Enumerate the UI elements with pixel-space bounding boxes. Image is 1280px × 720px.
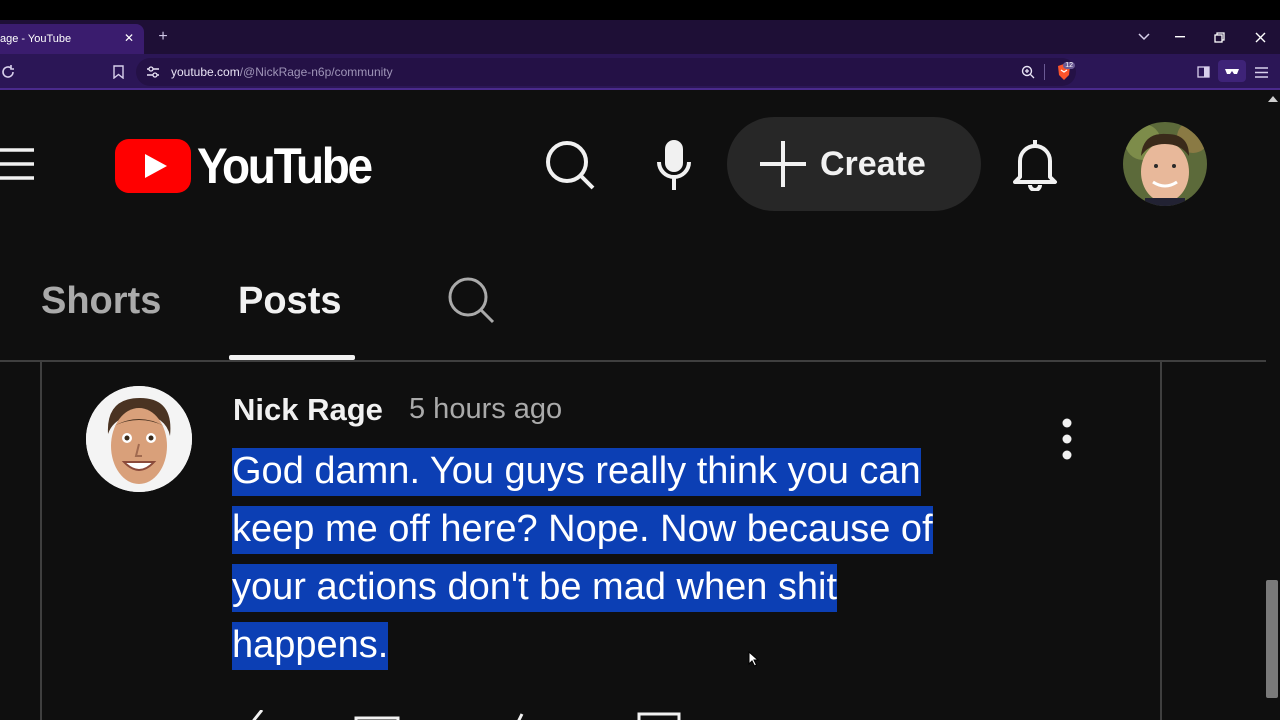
post-text-line-4: happens. [232,622,389,670]
post-text-line: God damn. You guys really think you can [232,442,1032,500]
youtube-page: YouTube Create Shorts Posts Nick Rage 5 … [0,90,1280,720]
brave-shield-icon[interactable]: 12 [1053,62,1075,82]
account-avatar[interactable] [1123,122,1207,206]
close-icon[interactable]: ✕ [122,30,136,46]
browser-tab-youtube[interactable]: age - YouTube ✕ [0,24,144,54]
mouse-cursor-icon [748,650,760,672]
url-text: youtube.com/@NickRage-n6p/community [171,65,393,79]
post-time[interactable]: 5 hours ago [409,393,562,426]
zoom-icon[interactable] [1020,64,1036,80]
menu-icon[interactable] [1253,64,1269,80]
post-text-line: your actions don't be mad when shit [232,558,1032,616]
share-icon[interactable] [512,712,526,720]
separator [1044,64,1045,80]
create-label: Create [820,144,926,183]
mic-icon[interactable] [654,137,694,193]
post-author[interactable]: Nick Rage [233,392,383,428]
channel-tabs: Shorts Posts [0,270,1280,362]
post-text: God damn. You guys really think you can … [232,442,1032,674]
tab-strip: age - YouTube ✕ + [0,20,1280,54]
vpn-icon[interactable] [1218,60,1246,82]
tab-title: age - YouTube [0,33,72,45]
post-card: Nick Rage 5 hours ago God damn. You guys… [40,362,1162,720]
post-text-line-1: God damn. You guys really think you can [232,448,921,496]
sidebar-icon[interactable] [1195,64,1211,80]
dislike-icon[interactable] [354,714,400,720]
tab-search-chevron-icon[interactable] [1129,26,1159,48]
site-info-icon[interactable] [145,64,161,80]
post-text-line: keep me off here? Nope. Now because of [232,500,1032,558]
scroll-up-arrow-icon[interactable] [1268,96,1278,102]
plus-icon [760,141,806,187]
comment-icon[interactable] [637,712,681,720]
reload-icon[interactable] [0,64,16,80]
bookmark-icon[interactable] [110,64,126,80]
post-text-line-3: your actions don't be mad when shit [232,564,838,612]
author-avatar[interactable] [86,386,192,492]
youtube-logo[interactable]: YouTube [115,137,386,195]
channel-search-icon[interactable] [446,275,496,325]
like-icon[interactable] [250,710,274,720]
youtube-play-icon [115,139,191,193]
url-host: youtube.com [171,65,240,79]
post-text-line: happens. [232,616,1032,674]
url-path: /@NickRage-n6p/community [239,65,393,79]
post-actions [232,710,732,720]
minimize-icon[interactable] [1165,26,1195,48]
logo-text: YouTube [197,138,373,194]
search-icon[interactable] [543,138,597,192]
more-vert-icon[interactable] [1057,417,1077,461]
hamburger-icon[interactable] [0,144,36,184]
scrollbar-thumb[interactable] [1266,580,1278,698]
shield-badge: 12 [1063,62,1075,69]
window-close-icon[interactable] [1245,26,1275,48]
post-text-line-2: keep me off here? Nope. Now because of [232,506,933,554]
bell-icon[interactable] [1010,136,1060,192]
new-tab-icon[interactable]: + [154,28,172,46]
create-button[interactable]: Create [727,117,981,211]
browser-toolbar: youtube.com/@NickRage-n6p/community 12 [0,54,1280,90]
tab-shorts[interactable]: Shorts [41,280,161,323]
address-bar[interactable]: youtube.com/@NickRage-n6p/community 12 [136,58,1076,86]
tab-posts[interactable]: Posts [238,280,341,323]
restore-icon[interactable] [1204,26,1234,48]
top-strip [0,0,1280,20]
